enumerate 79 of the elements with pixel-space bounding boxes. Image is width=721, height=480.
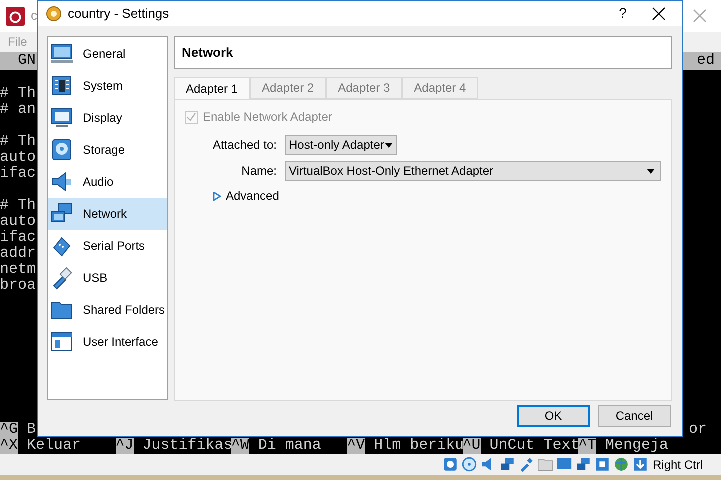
- tab[interactable]: Adapter 1: [174, 77, 250, 100]
- shortcut-label: B: [27, 422, 36, 438]
- terminal-line: broa: [0, 278, 36, 294]
- shortcut-key: ^T: [578, 438, 596, 454]
- sidebar-label: Audio: [83, 174, 114, 192]
- network-icon: [574, 456, 592, 473]
- terminal-line: netm: [0, 262, 36, 278]
- window-icon: [50, 330, 74, 354]
- sidebar-item[interactable]: USB: [48, 262, 167, 294]
- terminal-line: ifac: [0, 166, 36, 182]
- speaker-icon: [50, 170, 74, 194]
- triangle-icon: [213, 192, 221, 201]
- sidebar-item[interactable]: Serial Ports: [48, 230, 167, 262]
- help-button[interactable]: ?: [608, 3, 638, 24]
- name-dropdown[interactable]: VirtualBox Host-Only Ethernet Adapter: [285, 161, 661, 182]
- terminal-line: auto: [0, 150, 36, 166]
- dialog-button[interactable]: Cancel: [598, 404, 671, 427]
- terminal-line: # an: [0, 102, 36, 118]
- sidebar-label: Display: [83, 110, 122, 128]
- check-icon: [186, 112, 197, 123]
- field-label: Attached to:: [212, 137, 277, 154]
- shortcut-key: ^G: [0, 422, 18, 438]
- terminal-line: addr: [0, 246, 36, 262]
- terminal-line: # Th: [0, 198, 36, 214]
- caret-icon: [385, 142, 393, 148]
- shortcut-label: Hlm beriku: [374, 438, 464, 454]
- shortcut-key: ^V: [347, 438, 366, 454]
- globe-icon: [612, 456, 630, 473]
- shortcut-label: Mengeja: [605, 438, 668, 454]
- gear-icon: [46, 6, 62, 22]
- shortcut-key: ^J: [116, 438, 134, 454]
- tab[interactable]: Adapter 3: [326, 77, 402, 100]
- terminal-header-text: ed: [696, 53, 715, 69]
- sidebar-label: Storage: [83, 142, 126, 160]
- shortcut-key: ^W: [231, 438, 250, 454]
- section-title: Network: [182, 44, 234, 62]
- terminal-line: or: [688, 422, 707, 438]
- sidebar-item[interactable]: Network: [48, 198, 167, 230]
- sidebar-item[interactable]: General: [48, 38, 167, 70]
- caret-icon: [647, 168, 655, 174]
- window-title: c: [31, 7, 38, 26]
- sidebar-item[interactable]: System: [48, 70, 167, 102]
- sidebar-item[interactable]: Audio: [48, 166, 167, 198]
- field-label: Name:: [240, 163, 277, 180]
- terminal-line: ifac: [0, 230, 36, 246]
- tab[interactable]: Adapter 2: [250, 77, 326, 100]
- terminal-line: # Th: [0, 134, 36, 150]
- shortcut-label: Keluar: [27, 438, 82, 454]
- sidebar-item[interactable]: User Interface: [48, 326, 167, 358]
- dialog-title: country - Settings: [68, 4, 170, 23]
- shortcut-key: ^X: [0, 438, 18, 454]
- network-icon: [498, 456, 516, 473]
- shortcut-key: ^U: [462, 438, 481, 454]
- dialog-button[interactable]: OK: [517, 404, 590, 427]
- sidebar-label: USB: [83, 270, 108, 288]
- sidebar-label: Serial Ports: [83, 238, 146, 256]
- shortcut-label: Justifikas: [142, 438, 233, 454]
- tab[interactable]: Adapter 4: [402, 77, 478, 100]
- sidebar-label: User Interface: [83, 334, 158, 352]
- attached-to-dropdown[interactable]: Host-only Adapter: [285, 135, 397, 156]
- folder-icon: [536, 456, 554, 473]
- sidebar-item[interactable]: Storage: [48, 134, 167, 166]
- close-icon[interactable]: [652, 6, 666, 21]
- disc-icon: [460, 456, 478, 473]
- app-icon: [6, 6, 25, 26]
- sidebar-label: Network: [83, 206, 128, 224]
- shortcut-label: Di mana: [258, 438, 322, 454]
- terminal-line: # Th: [0, 86, 36, 102]
- host-key-label: Right Ctrl: [652, 456, 703, 474]
- sidebar-item[interactable]: Display: [48, 102, 167, 134]
- sidebar-item[interactable]: Shared Folders: [48, 294, 167, 326]
- sidebar-label: Shared Folders: [83, 302, 166, 320]
- shortcut-label: UnCut Text: [490, 438, 580, 454]
- terminal-header-text: GN: [18, 53, 36, 69]
- checkbox-label: Enable Network Adapter: [203, 109, 332, 126]
- sidebar-label: System: [83, 78, 124, 96]
- advanced-toggle[interactable]: Advanced: [213, 187, 280, 206]
- sidebar-label: General: [83, 46, 126, 64]
- terminal-line: auto: [0, 214, 36, 230]
